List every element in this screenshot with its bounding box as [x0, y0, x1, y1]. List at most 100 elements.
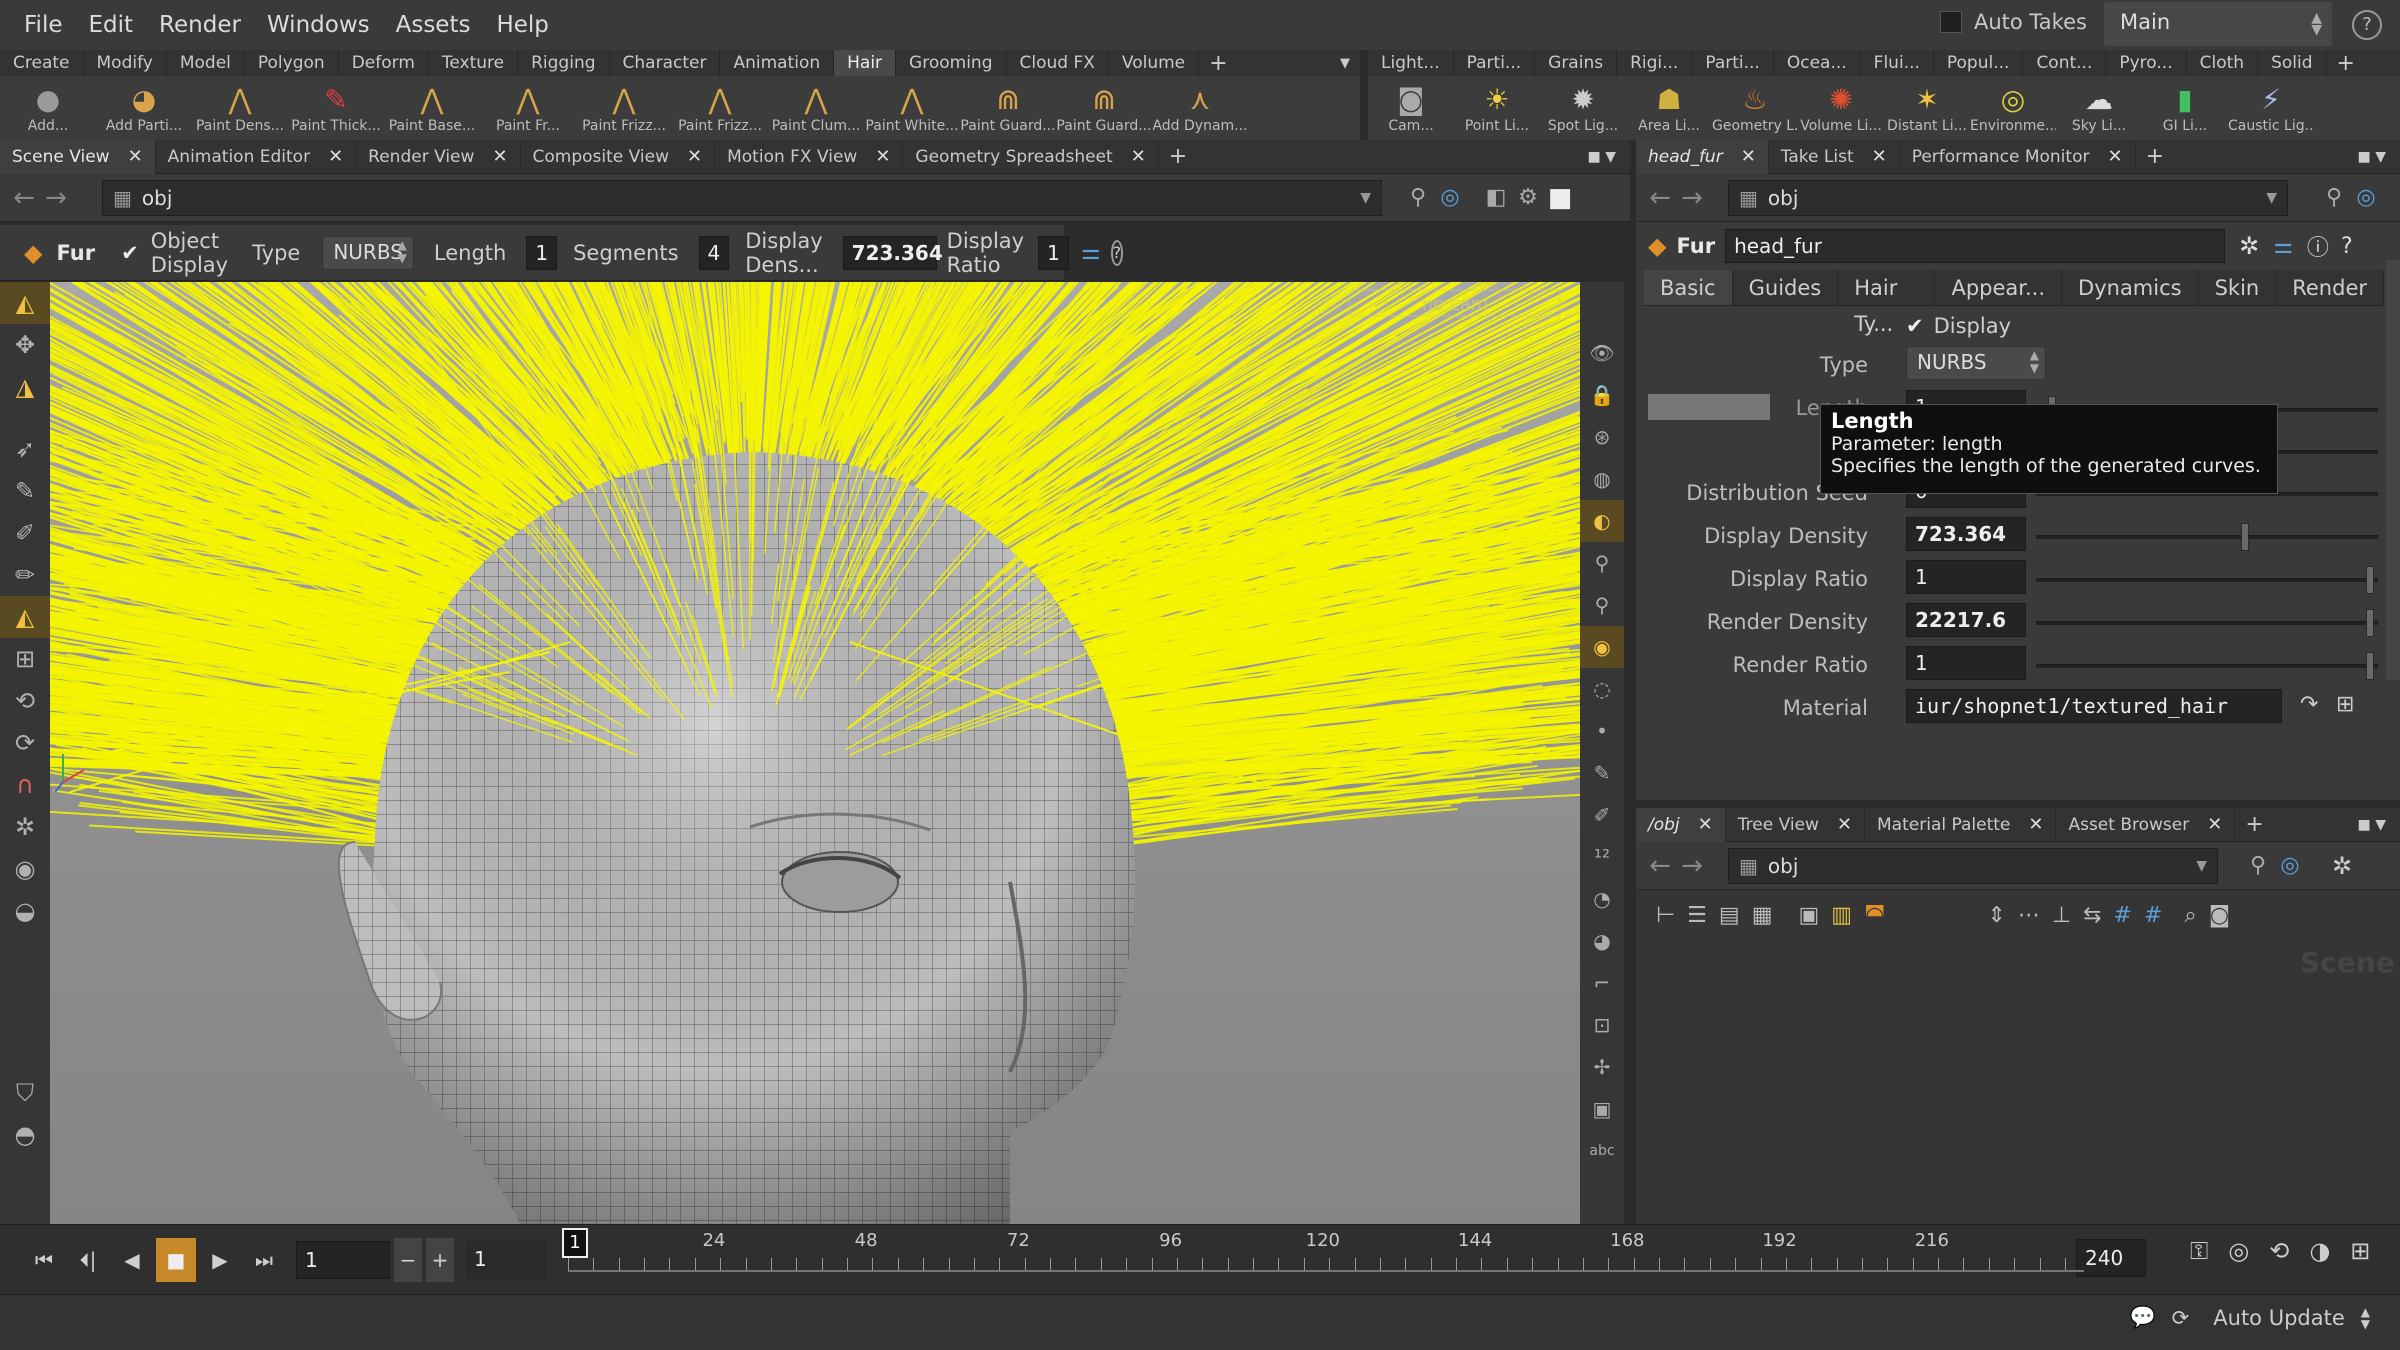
- render-ratio-field[interactable]: 1: [1906, 646, 2026, 680]
- forward-arrow-icon[interactable]: →: [1676, 851, 1708, 881]
- shelf-tab-modify[interactable]: Modify: [84, 50, 167, 76]
- pane-tab-take-list[interactable]: Take List ✕: [1769, 139, 1900, 174]
- pane-menu-icon[interactable]: ■ ▼: [2358, 817, 2386, 833]
- close-icon[interactable]: ✕: [875, 140, 890, 174]
- close-icon[interactable]: ✕: [2107, 140, 2122, 174]
- camera-icon[interactable]: ⚙: [1512, 185, 1544, 210]
- shelf-tool-gi-li[interactable]: ▮ GI Li...: [2142, 82, 2228, 134]
- menu-windows[interactable]: Windows: [267, 12, 370, 38]
- close-icon[interactable]: ✕: [328, 140, 343, 174]
- close-icon[interactable]: ✕: [492, 140, 507, 174]
- shelf-tool-paint-guard-11[interactable]: ⋒ Paint Guard...: [1056, 82, 1152, 134]
- snap-grid-icon[interactable]: #: [2144, 903, 2162, 928]
- display-ratio-field[interactable]: 1: [1038, 235, 1069, 270]
- shelf-tool-paint-clum-8[interactable]: ⋀ Paint Clum...: [768, 82, 864, 134]
- shelf-tool-add-parti-1[interactable]: ◕ Add Parti...: [96, 82, 192, 134]
- close-icon[interactable]: ✕: [128, 140, 143, 174]
- close-icon[interactable]: ✕: [1872, 140, 1887, 174]
- param-tab-guides[interactable]: Guides: [1733, 270, 1839, 305]
- menu-file[interactable]: File: [24, 12, 63, 38]
- pane-tab-motion-fx-view[interactable]: Motion FX View ✕: [715, 139, 904, 174]
- pane-menu-icon[interactable]: ■ ▼: [1588, 149, 1616, 165]
- render-ratio-knob[interactable]: [2366, 652, 2374, 680]
- brush-tool-icon[interactable]: ✎: [0, 470, 50, 512]
- end-frame-field[interactable]: 240: [2076, 1239, 2146, 1277]
- left-path-field[interactable]: ▦ obj ▼: [102, 179, 1382, 216]
- link-icon[interactable]: ◎: [2274, 853, 2306, 878]
- shelf-menu-icon[interactable]: ▼: [1330, 56, 1360, 71]
- display-options-icon[interactable]: ■: [1544, 183, 1576, 213]
- edit-parameters-icon[interactable]: ⚌: [2273, 234, 2293, 259]
- point-icon[interactable]: •: [1580, 710, 1624, 752]
- info-icon[interactable]: ⓘ: [2307, 230, 2329, 262]
- shelf-tab-animation[interactable]: Animation: [720, 50, 835, 76]
- handle-tool-icon[interactable]: ◮: [0, 366, 50, 408]
- shelf-tab-hair[interactable]: Hair: [834, 50, 897, 76]
- dots-icon[interactable]: ⋯: [2018, 903, 2040, 928]
- shelf-tab-create[interactable]: Create: [0, 50, 84, 76]
- select-tool-icon[interactable]: ◭: [0, 282, 50, 324]
- cube-icon[interactable]: ◧: [1480, 185, 1512, 210]
- refresh-icon[interactable]: ⟳: [2172, 1306, 2190, 1330]
- shelf-tool-add-0[interactable]: ● Add...: [0, 82, 96, 134]
- type-menu[interactable]: NURBS ▲ ▼: [322, 235, 414, 270]
- render-density-slider[interactable]: [2036, 609, 2378, 637]
- network-path-field[interactable]: ▦ obj ▼: [1728, 847, 2218, 884]
- back-arrow-icon[interactable]: ←: [1644, 183, 1676, 213]
- view-tool-icon[interactable]: ⊞: [0, 638, 50, 680]
- shelf-tab-flui-6[interactable]: Flui...: [1861, 50, 1934, 76]
- audio-icon[interactable]: ◑: [2309, 1237, 2330, 1265]
- brush-icon[interactable]: ✐: [1580, 794, 1624, 836]
- add-shelf-tab-icon[interactable]: +: [2327, 51, 2365, 76]
- render-tool-icon[interactable]: ◓: [0, 1114, 50, 1156]
- sticky-note-icon[interactable]: ▥: [1831, 903, 1852, 928]
- step-back-icon[interactable]: ⏴|: [68, 1238, 108, 1282]
- forward-arrow-icon[interactable]: →: [40, 183, 72, 213]
- render-ratio-slider[interactable]: [2036, 652, 2378, 680]
- shelf-tab-parti-1[interactable]: Parti...: [1454, 50, 1536, 76]
- material-field[interactable]: iur/shopnet1/textured_hair: [1906, 689, 2282, 723]
- pane-tab-material-palette[interactable]: Material Palette ✕: [1865, 807, 2057, 842]
- shelf-tab-cont-8[interactable]: Cont...: [2023, 50, 2107, 76]
- shelf-tab-cloud-fx[interactable]: Cloud FX: [1007, 50, 1109, 76]
- help-button[interactable]: ?: [2352, 10, 2382, 40]
- param-tab-render[interactable]: Render: [2276, 270, 2384, 305]
- display-density-slider[interactable]: [2036, 523, 2378, 551]
- corner-icon[interactable]: ⌐: [1580, 962, 1624, 1004]
- shading-icon[interactable]: ◍: [1580, 458, 1624, 500]
- shelf-tool-caustic-lig[interactable]: ⚡ Caustic Lig...: [2228, 82, 2314, 134]
- shelf-tab-ocea-5[interactable]: Ocea...: [1774, 50, 1861, 76]
- shelf-tool-paint-dens-2[interactable]: ⋀ Paint Dens...: [192, 82, 288, 134]
- shelf-tool-point-li[interactable]: ☀ Point Li...: [1454, 82, 1540, 134]
- link-icon[interactable]: ◎: [2350, 185, 2382, 210]
- handle-options-icon[interactable]: ⚌: [1081, 240, 1101, 265]
- grid-icon[interactable]: #: [2114, 903, 2132, 928]
- param-tab-skin[interactable]: Skin: [2199, 270, 2277, 305]
- shelf-tab-grains-2[interactable]: Grains: [1535, 50, 1618, 76]
- menu-assets[interactable]: Assets: [396, 12, 471, 38]
- node-name-field[interactable]: head_fur: [1725, 229, 2226, 263]
- operator-help-icon[interactable]: ?: [1110, 239, 1124, 266]
- gear-icon[interactable]: ✲: [2239, 232, 2259, 260]
- camera-menu-badge[interactable]: no cam: [1422, 294, 1489, 315]
- display-flags-icon[interactable]: ⚲: [1580, 584, 1624, 626]
- shelf-tool-spot-lig[interactable]: ✹ Spot Lig...: [1540, 82, 1626, 134]
- speech-icon[interactable]: 💬: [2130, 1305, 2156, 1330]
- shelf-tab-popul-7[interactable]: Popul...: [1934, 50, 2024, 76]
- gear-icon[interactable]: ✲: [2326, 852, 2358, 880]
- shelf-tool-paint-guard-10[interactable]: ⋒ Paint Guard...: [960, 82, 1056, 134]
- render-density-field[interactable]: 22217.6: [1906, 603, 2026, 637]
- back-arrow-icon[interactable]: ←: [1644, 851, 1676, 881]
- loop-icon[interactable]: ⟲: [2269, 1237, 2289, 1265]
- light-icon[interactable]: ◐: [1580, 500, 1624, 542]
- param-tab-hair-ty[interactable]: Hair Ty...: [1838, 270, 1936, 336]
- shelf-tab-pyro-9[interactable]: Pyro...: [2106, 50, 2187, 76]
- auto-takes-checkbox[interactable]: [1940, 11, 1962, 33]
- link-icon[interactable]: ◎: [1434, 185, 1466, 210]
- menu-render[interactable]: Render: [159, 12, 241, 38]
- shelf-tab-volume[interactable]: Volume: [1109, 50, 1200, 76]
- display-ratio-param-field[interactable]: 1: [1906, 560, 2026, 594]
- sculpt-tool-icon[interactable]: ✏: [0, 554, 50, 596]
- paint-icon[interactable]: ◕: [1580, 920, 1624, 962]
- add-shelf-tab-icon[interactable]: +: [1199, 51, 1237, 76]
